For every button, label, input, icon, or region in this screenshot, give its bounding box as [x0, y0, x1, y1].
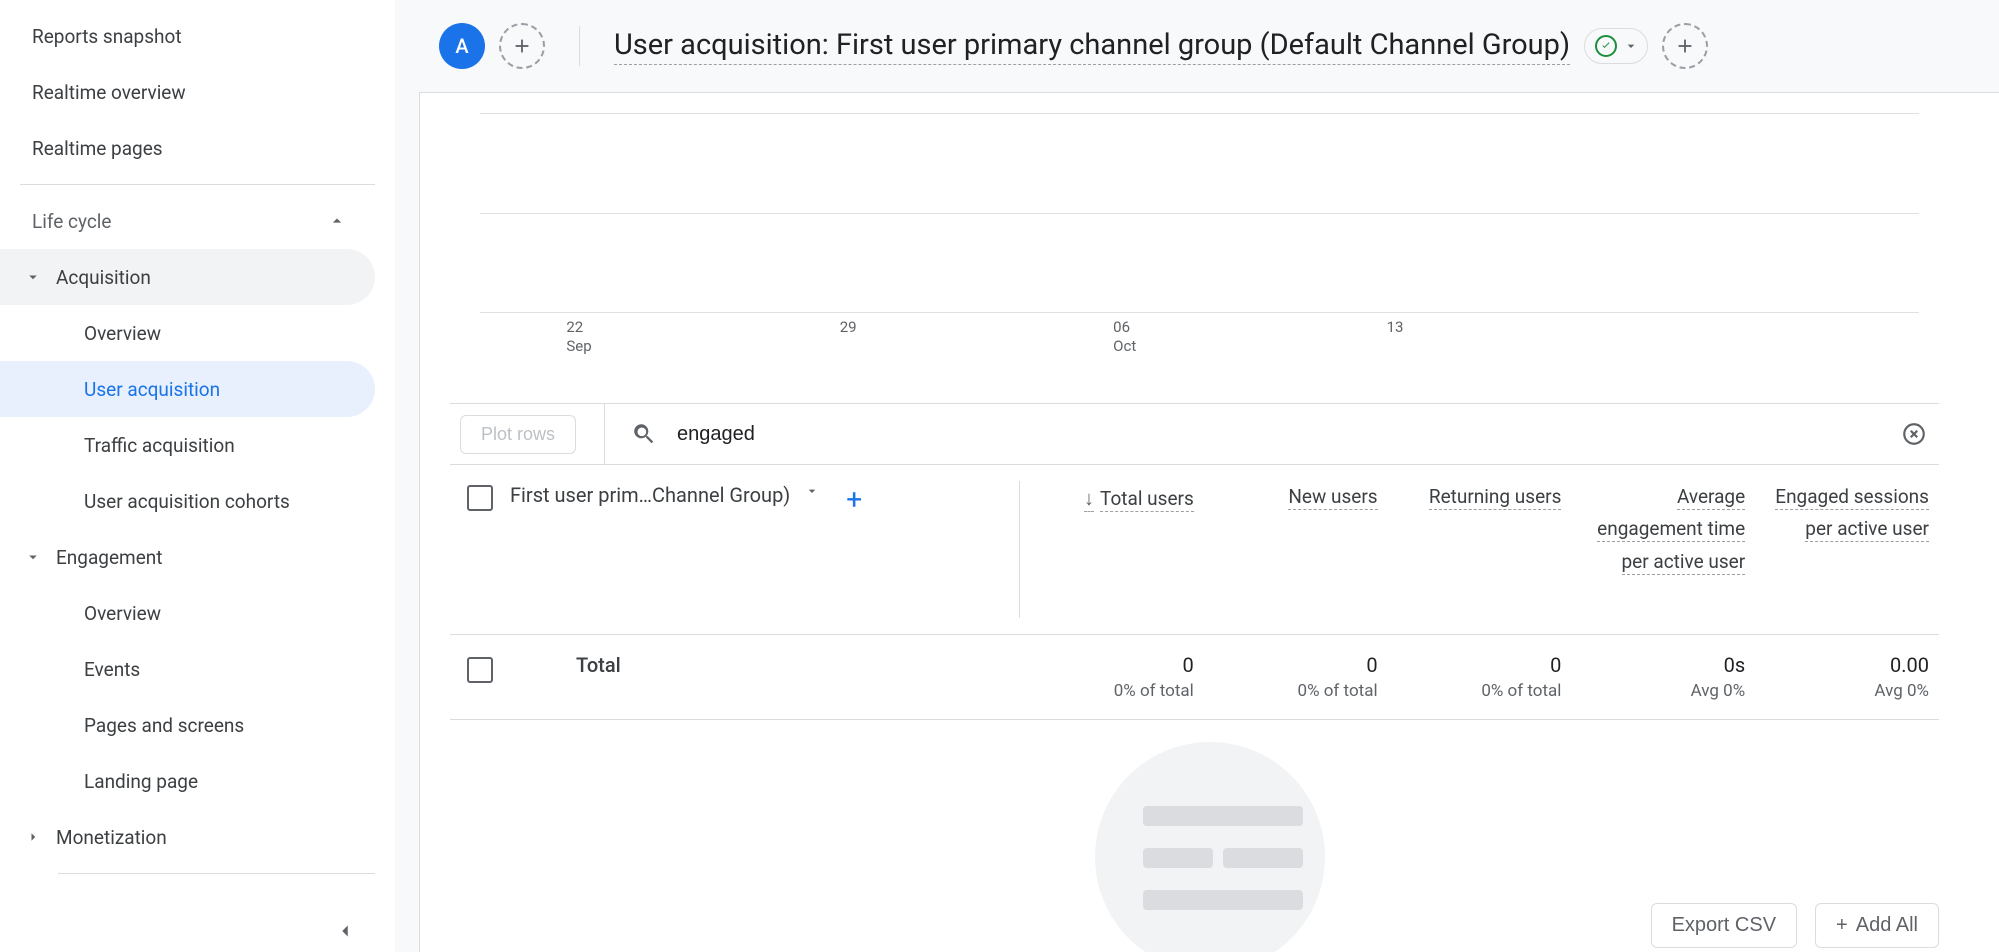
nav-section-life-cycle[interactable]: Life cycle — [0, 193, 375, 249]
plot-rows-button[interactable]: Plot rows — [460, 415, 576, 454]
chevron-down-icon — [24, 268, 48, 286]
clear-icon[interactable] — [1901, 421, 1927, 447]
row-checkbox[interactable] — [467, 657, 493, 683]
separator — [604, 403, 605, 465]
nav-reports-snapshot[interactable]: Reports snapshot — [0, 8, 375, 64]
chevron-down-icon — [24, 548, 48, 566]
filter-bar: Plot rows — [450, 403, 1939, 465]
row-label: Total — [510, 653, 1020, 701]
divider — [20, 184, 375, 185]
nav-pages-screens[interactable]: Pages and screens — [0, 697, 375, 753]
nav-traffic-acquisition[interactable]: Traffic acquisition — [0, 417, 375, 473]
add-all-button[interactable]: + Add All — [1815, 903, 1939, 948]
dimension-header[interactable]: First user prim…Channel Group) + — [510, 481, 1020, 618]
col-engaged-sessions[interactable]: Engaged sessions per active user — [1755, 481, 1939, 618]
chevron-right-icon — [24, 828, 48, 846]
search-icon — [631, 421, 657, 447]
nav-events[interactable]: Events — [0, 641, 375, 697]
chart: 22Sep2906Oct13 — [420, 93, 1999, 373]
nav-user-acquisition[interactable]: User acquisition — [0, 361, 375, 417]
collapse-sidebar-icon[interactable] — [330, 916, 360, 946]
empty-state-skeleton — [1095, 742, 1325, 952]
separator — [579, 26, 580, 66]
col-total-users[interactable]: ↓Total users — [1020, 481, 1204, 618]
sort-desc-icon: ↓ — [1084, 486, 1094, 512]
page-title: User acquisition: First user primary cha… — [614, 28, 1570, 65]
data-table: First user prim…Channel Group) + ↓Total … — [450, 465, 1939, 720]
add-comparison-button[interactable] — [499, 23, 545, 69]
nav-monetization[interactable]: Monetization — [0, 809, 375, 865]
table-row-total: Total 00% of total 00% of total 00% of t… — [450, 635, 1939, 720]
nav-eng-overview[interactable]: Overview — [0, 585, 375, 641]
search-input[interactable] — [677, 423, 1901, 446]
nav-user-acq-cohorts[interactable]: User acquisition cohorts — [0, 473, 375, 529]
report-content: 22Sep2906Oct13 Plot rows Firs — [419, 92, 1999, 952]
status-pill[interactable] — [1584, 28, 1648, 64]
divider — [58, 873, 375, 874]
check-circle-icon — [1595, 35, 1617, 57]
nav-acquisition[interactable]: Acquisition — [0, 249, 375, 305]
footer-actions: Export CSV + Add All — [1651, 903, 1939, 948]
add-dimension-button[interactable]: + — [846, 483, 862, 516]
nav-acq-overview[interactable]: Overview — [0, 305, 375, 361]
select-all-checkbox[interactable] — [467, 485, 493, 511]
chevron-down-icon — [804, 483, 820, 499]
col-avg-engagement[interactable]: Average engagement time per active user — [1571, 481, 1755, 618]
chevron-up-icon — [327, 211, 351, 231]
nav-landing-page[interactable]: Landing page — [0, 753, 375, 809]
nav-realtime-overview[interactable]: Realtime overview — [0, 64, 375, 120]
nav-engagement[interactable]: Engagement — [0, 529, 375, 585]
table-header-row: First user prim…Channel Group) + ↓Total … — [450, 465, 1939, 635]
col-new-users[interactable]: New users — [1204, 481, 1388, 618]
nav-realtime-pages[interactable]: Realtime pages — [0, 120, 375, 176]
plus-icon: + — [1836, 914, 1848, 937]
add-panel-button[interactable] — [1662, 23, 1708, 69]
chevron-down-icon — [1623, 38, 1639, 54]
export-csv-button[interactable]: Export CSV — [1651, 903, 1797, 948]
avatar[interactable]: A — [439, 23, 485, 69]
sidebar: Reports snapshot Realtime overview Realt… — [0, 0, 395, 952]
col-returning-users[interactable]: Returning users — [1388, 481, 1572, 618]
topbar: A User acquisition: First user primary c… — [395, 0, 1999, 92]
